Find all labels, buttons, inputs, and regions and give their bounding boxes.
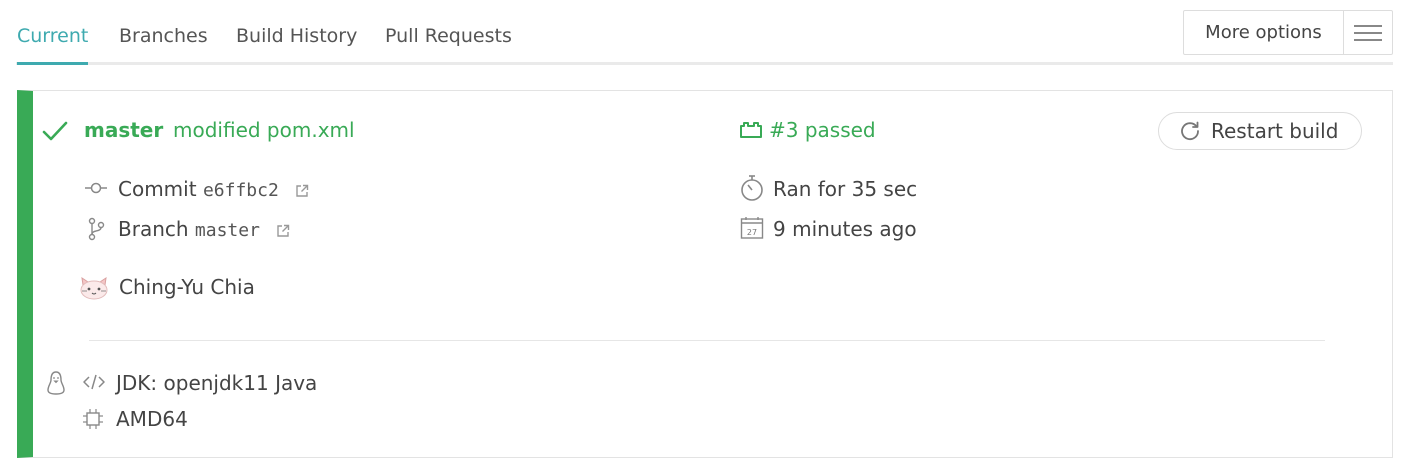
build-tabs-bar: Current Branches Build History Pull Requ… [16, 0, 1393, 65]
restart-icon [1179, 120, 1201, 142]
external-link-icon[interactable] [276, 218, 290, 244]
passed-check-icon [42, 119, 68, 147]
tab-branches[interactable]: Branches [119, 23, 208, 49]
branch-icon [87, 217, 105, 245]
build-finished-time: 9 minutes ago [773, 217, 917, 241]
restart-build-button[interactable]: Restart build [1158, 112, 1362, 150]
external-link-icon[interactable] [295, 178, 309, 204]
tab-build-history[interactable]: Build History [236, 23, 357, 49]
branch-value: master [194, 220, 260, 241]
more-options-button[interactable]: More options [1183, 10, 1393, 55]
commit-icon [84, 180, 108, 199]
code-icon [82, 372, 106, 396]
author-name: Ching-Yu Chia [119, 275, 255, 299]
branch-row: Branch master [118, 216, 290, 244]
stopwatch-icon [739, 174, 765, 206]
more-options-label: More options [1184, 11, 1344, 54]
branch-name-link[interactable]: master [84, 117, 163, 143]
restart-build-label: Restart build [1211, 119, 1339, 143]
commit-sha: e6ffbc2 [202, 180, 279, 201]
calendar-day: 27 [747, 228, 757, 237]
jdk-info: JDK: openjdk11 Java [116, 371, 318, 395]
build-duration: Ran for 35 sec [773, 177, 918, 201]
hamburger-menu-icon [1344, 11, 1392, 54]
build-number-status[interactable]: #3 passed [769, 117, 876, 143]
calendar-icon: 27 [740, 216, 764, 244]
build-card: master modified pom.xml #3 passed Restar… [17, 90, 1393, 458]
avatar [79, 276, 109, 304]
tab-current[interactable]: Current [17, 23, 89, 65]
card-divider [89, 340, 1325, 341]
commit-label: Commit [118, 177, 197, 201]
cpu-chip-icon [82, 408, 104, 434]
branch-label: Branch [118, 217, 189, 241]
linux-tux-icon [45, 370, 67, 400]
build-status-icon [739, 121, 763, 143]
architecture-info: AMD64 [116, 407, 188, 431]
commit-message: modified pom.xml [173, 118, 355, 142]
commit-row: Commit e6ffbc2 [118, 176, 309, 204]
tab-pull-requests[interactable]: Pull Requests [385, 23, 512, 49]
